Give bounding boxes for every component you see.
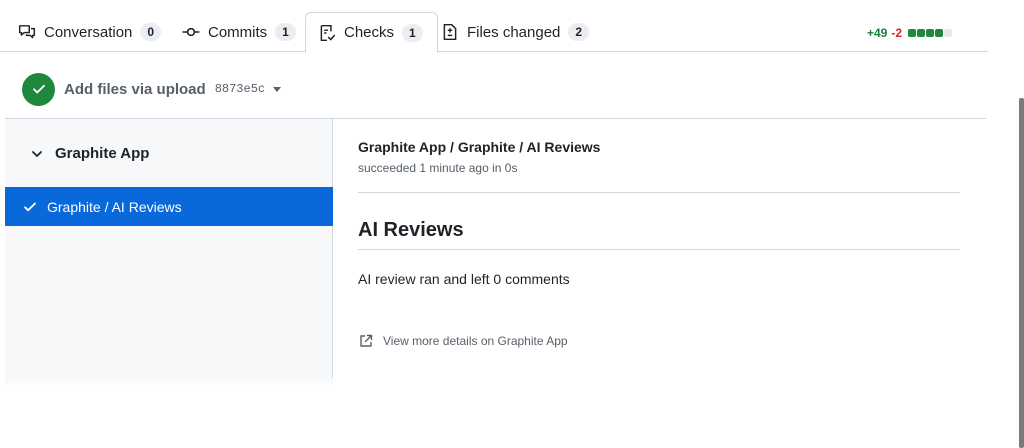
diffstat-block	[917, 29, 925, 37]
divider	[358, 249, 960, 250]
tab-label: Files changed	[467, 23, 561, 41]
check-suite-header[interactable]: Graphite App	[31, 145, 149, 162]
checklist-icon	[318, 24, 336, 42]
chevron-down-icon[interactable]	[31, 148, 43, 160]
check-run-item[interactable]: Graphite / AI Reviews	[5, 187, 333, 226]
check-run-meta: succeeded 1 minute ago in 0s	[358, 161, 518, 175]
diffstat: +49 -2	[867, 26, 952, 40]
review-summary: AI review ran and left 0 comments	[358, 271, 570, 287]
check-run-title: Graphite App / Graphite / AI Reviews	[358, 139, 601, 155]
commit-sha-dropdown[interactable]: 8873e5c	[215, 82, 265, 96]
comment-discussion-icon	[18, 23, 36, 41]
link-external-icon	[358, 333, 374, 349]
tab-count-badge: 2	[568, 23, 590, 41]
tab-label: Conversation	[44, 23, 133, 41]
diff-additions: +49	[866, 26, 888, 40]
check-circle-icon	[22, 72, 55, 106]
check-suite-name: Graphite App	[55, 145, 150, 162]
scrollbar[interactable]	[1019, 98, 1024, 448]
review-heading: AI Reviews	[358, 219, 464, 241]
tab-label: Checks	[344, 24, 395, 41]
tab-count-badge: 0	[140, 23, 162, 41]
tab-files-changed[interactable]: Files changed 2	[441, 12, 590, 52]
triangle-down-icon[interactable]	[273, 86, 282, 92]
tab-count-badge: 1	[402, 23, 423, 42]
tab-label: Commits	[208, 23, 268, 41]
diffstat-block	[926, 29, 934, 37]
tab-checks[interactable]: Checks 1	[305, 12, 438, 53]
diffstat-block	[908, 29, 916, 37]
divider	[358, 192, 960, 193]
diffstat-block	[944, 29, 952, 37]
pr-tab-bar: Conversation 0 Commits 1 Checks 1 Files …	[0, 0, 988, 53]
git-commit-icon	[182, 23, 200, 41]
diff-deletions: -2	[891, 26, 902, 40]
view-details-link[interactable]: View more details on Graphite App	[358, 333, 568, 349]
sidebar-fade	[5, 378, 333, 388]
file-diff-icon	[441, 23, 459, 41]
commit-selector: Add files via upload 8873e5c	[22, 72, 282, 106]
view-details-label: View more details on Graphite App	[383, 334, 568, 348]
diffstat-block	[935, 29, 943, 37]
tab-conversation[interactable]: Conversation 0	[18, 12, 162, 52]
tab-commits[interactable]: Commits 1	[182, 12, 296, 52]
checks-sidebar: Graphite App Graphite / AI Reviews	[5, 119, 333, 378]
check-icon	[23, 200, 37, 214]
commit-title: Add files via upload	[64, 80, 206, 98]
tab-count-badge: 1	[275, 23, 296, 41]
check-run-label: Graphite / AI Reviews	[47, 198, 182, 215]
